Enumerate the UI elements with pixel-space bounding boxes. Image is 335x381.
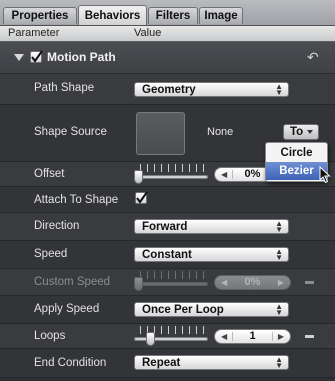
reset-arrow-icon[interactable]: ↶ — [307, 49, 319, 66]
path-shape-value: Geometry — [142, 84, 196, 96]
apply-speed-label: Apply Speed — [34, 303, 100, 315]
path-shape-popup[interactable]: Geometry ▲ ▼ — [134, 82, 289, 97]
direction-label: Direction — [34, 220, 80, 232]
path-shape-label: Path Shape — [34, 82, 95, 94]
custom-speed-slider — [134, 271, 208, 291]
minus-icon[interactable] — [305, 335, 314, 338]
end-condition-label: End Condition — [34, 357, 107, 369]
tab-image[interactable]: Image — [199, 7, 243, 24]
row-end-condition: End Condition Repeat ▲ ▼ — [0, 349, 335, 378]
row-custom-speed: Custom Speed ◀ 0% ▶ — [0, 269, 335, 296]
slider-track — [134, 175, 208, 179]
slider-knob — [134, 277, 143, 291]
offset-slider[interactable] — [134, 164, 208, 184]
chevron-down-icon — [307, 130, 313, 134]
attach-to-shape-label: Attach To Shape — [34, 194, 119, 206]
custom-speed-label: Custom Speed — [34, 276, 111, 288]
inspector-panel: Properties Behaviors Filters Image Param… — [0, 0, 335, 381]
column-header: Parameter Value — [0, 26, 335, 42]
motion-path-enable-checkbox[interactable] — [30, 50, 43, 63]
loops-slider[interactable] — [134, 326, 208, 346]
parameter-column-label: Parameter — [8, 27, 60, 39]
slider-track — [134, 282, 208, 286]
field-separator — [272, 332, 273, 341]
motion-path-group-header[interactable]: Motion Path ↶ — [0, 42, 335, 74]
popup-arrows-icon: ▲ ▼ — [275, 355, 283, 370]
popup-arrows-icon: ▲ ▼ — [275, 247, 283, 262]
menu-item-circle[interactable]: Circle — [266, 144, 327, 162]
mouse-cursor-icon — [319, 166, 331, 184]
shape-source-well[interactable] — [136, 112, 185, 155]
increment-arrow-icon[interactable]: ▶ — [278, 330, 284, 343]
group-title: Motion Path — [47, 50, 116, 64]
direction-popup[interactable]: Forward ▲ ▼ — [134, 219, 289, 234]
offset-label: Offset — [34, 168, 65, 180]
direction-value: Forward — [142, 221, 188, 233]
tab-bar: Properties Behaviors Filters Image — [0, 0, 335, 26]
row-loops: Loops ◀ 1 ▶ — [0, 324, 335, 349]
shape-source-label: Shape Source — [34, 126, 107, 138]
slider-ticks — [140, 164, 208, 172]
tab-filters[interactable]: Filters — [148, 7, 198, 24]
to-button-label: To — [290, 126, 304, 138]
speed-label: Speed — [34, 248, 68, 260]
menu-item-bezier[interactable]: Bezier — [266, 162, 327, 180]
attach-to-shape-checkbox[interactable] — [135, 191, 148, 204]
popup-arrows-icon: ▲ ▼ — [275, 302, 283, 317]
increment-arrow-icon: ▶ — [277, 278, 284, 287]
shape-source-value: None — [207, 126, 234, 138]
end-condition-value: Repeat — [142, 357, 181, 369]
apply-speed-value: Once Per Loop — [142, 304, 224, 316]
end-condition-popup[interactable]: Repeat ▲ ▼ — [134, 355, 289, 370]
row-direction: Direction Forward ▲ ▼ — [0, 213, 335, 241]
loops-label: Loops — [34, 330, 66, 342]
loops-field[interactable]: ◀ 1 ▶ — [214, 329, 291, 344]
popup-arrows-icon: ▲ ▼ — [275, 219, 283, 234]
value-column-label: Value — [134, 27, 162, 39]
slider-knob[interactable] — [146, 332, 155, 346]
custom-speed-field: ◀ 0% ▶ — [214, 275, 291, 290]
slider-knob[interactable] — [134, 170, 143, 184]
tab-properties[interactable]: Properties — [3, 7, 77, 24]
speed-value: Constant — [142, 249, 192, 261]
speed-popup[interactable]: Constant ▲ ▼ — [134, 247, 289, 262]
row-speed: Speed Constant ▲ ▼ — [0, 241, 335, 269]
minus-icon — [305, 281, 314, 284]
disclosure-triangle-icon[interactable] — [14, 54, 24, 61]
row-attach-to-shape: Attach To Shape — [0, 187, 335, 213]
tab-behaviors[interactable]: Behaviors — [78, 5, 147, 26]
slider-ticks — [140, 271, 208, 279]
popup-arrows-icon: ▲ ▼ — [275, 82, 283, 97]
to-button[interactable]: To — [283, 124, 319, 140]
apply-speed-popup[interactable]: Once Per Loop ▲ ▼ — [134, 302, 289, 317]
row-apply-speed: Apply Speed Once Per Loop ▲ ▼ — [0, 296, 335, 324]
row-path-shape: Path Shape Geometry ▲ ▼ — [0, 74, 335, 105]
